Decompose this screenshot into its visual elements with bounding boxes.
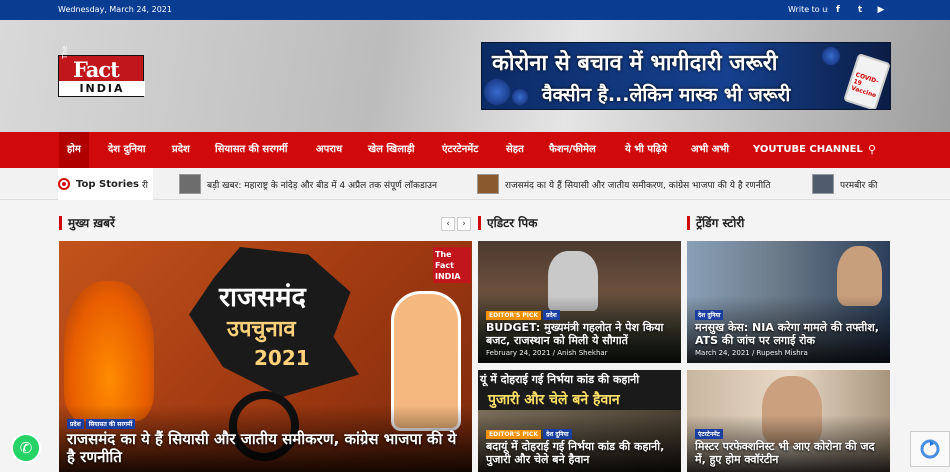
current-date: Wednesday, March 24, 2021 xyxy=(58,5,172,14)
vaccine-ad-banner[interactable]: कोरोना से बचाव में भागीदारी जरूरी वैक्सी… xyxy=(481,42,891,110)
vaccine-vial-graphic: COVID-19 Vaccine xyxy=(843,52,890,109)
main-navigation: होम देश दुनिया प्रदेश सियासत की सरगर्मी … xyxy=(0,132,950,168)
nav-abhi-abhi[interactable]: अभी अभी xyxy=(683,132,737,168)
section-title-editor-pick: एडिटर पिक xyxy=(478,216,537,230)
live-dot-icon xyxy=(58,178,70,190)
card-headline[interactable]: मिस्टर परफेक्शनिस्ट भी आए कोरोना की जद म… xyxy=(695,440,882,466)
banner-line-2: वैक्सीन है...लेकिन मास्क भी जरूरी xyxy=(542,84,791,106)
logo-india: INDIA xyxy=(59,81,145,96)
nav-youtube-channel[interactable]: YOUTUBE CHANNEL xyxy=(745,132,871,168)
next-arrow-icon[interactable]: › xyxy=(457,217,471,231)
twitter-icon[interactable]: t xyxy=(850,0,870,20)
ticker-item-text: बड़ी खबर: महाराष्ट्र के नांदेड़ और बीड म… xyxy=(207,180,437,191)
art-year: 2021 xyxy=(254,346,310,370)
nav-sehat[interactable]: सेहत xyxy=(498,132,532,168)
watermark-logo: The Fact INDIA xyxy=(433,247,471,283)
ticker-thumbnail xyxy=(477,174,499,194)
youtube-icon[interactable]: ▶ xyxy=(871,0,891,20)
category-badge[interactable]: देश दुनिया xyxy=(543,429,572,439)
trending-story-card[interactable]: देश दुनिया मनसुख केस: NIA करेगा मामले की… xyxy=(687,241,890,363)
featured-overlay: प्रदेश सियासत की सरगर्मी राजसमंद का ये है… xyxy=(59,405,472,472)
recaptcha-icon xyxy=(920,439,940,459)
top-stories-text: Top Stories xyxy=(76,178,139,190)
card-headline[interactable]: मनसुख केस: NIA करेगा मामले की तफ्तीश, AT… xyxy=(695,321,882,347)
featured-story-card[interactable]: राजसमंद उपचुनाव 2021 The Fact INDIA प्रद… xyxy=(59,241,472,472)
card-headline[interactable]: BUDGET: मुख्यमंत्री गहलोत ने पेश किया बज… xyxy=(486,321,673,347)
ticker-item-text: राजसमंद का ये हैं सियासी और जातीय समीकरण… xyxy=(505,180,771,191)
recaptcha-badge[interactable] xyxy=(910,431,950,467)
editor-pick-card[interactable]: यूं में दोहराई गई निर्भया कांड की कहानी … xyxy=(478,370,681,472)
nav-desh-duniya[interactable]: देश दुनिया xyxy=(100,132,153,168)
card-overlay: देश दुनिया मनसुख केस: NIA करेगा मामले की… xyxy=(687,296,890,363)
ticker-thumbnail xyxy=(179,174,201,194)
ticker-item[interactable]: परमबीर की xyxy=(812,168,877,200)
ticker-item[interactable]: बड़ी खबर: महाराष्ट्र के नांदेड़ और बीड म… xyxy=(179,168,437,200)
category-badge[interactable]: प्रदेश xyxy=(67,419,84,429)
art-title: राजसमंद xyxy=(219,282,306,313)
nav-pradesh[interactable]: प्रदेश xyxy=(164,132,198,168)
search-icon[interactable]: ⚲ xyxy=(868,132,876,168)
lotus-symbol xyxy=(64,281,154,421)
nav-ye-bhi-padhiye[interactable]: ये भी पढ़िये xyxy=(617,132,675,168)
vial-label: COVID-19 Vaccine xyxy=(850,71,880,100)
top-bar: Wednesday, March 24, 2021 Write to us f … xyxy=(0,0,950,20)
card-art-line-1: यूं में दोहराई गई निर्भया कांड की कहानी xyxy=(480,373,640,386)
nav-fashion[interactable]: फैशन/फीमेल xyxy=(541,132,604,168)
featured-headline[interactable]: राजसमंद का ये हैं सियासी और जातीय समीकरण… xyxy=(67,430,464,466)
section-title-trending: ट्रेंडिंग स्टोरी xyxy=(687,216,744,230)
top-stories-ticker: Top Stories री बड़ी खबर: महाराष्ट्र के न… xyxy=(0,168,950,200)
editor-pick-card[interactable]: EDITOR'S PICK प्रदेश BUDGET: मुख्यमंत्री … xyxy=(478,241,681,363)
ticker-item[interactable]: री xyxy=(142,168,148,200)
ticker-item-text: री xyxy=(142,180,149,191)
virus-graphic xyxy=(822,47,840,65)
logo-the: The xyxy=(61,45,69,59)
category-badge[interactable]: सियासत की सरगर्मी xyxy=(85,419,136,429)
trending-story-card[interactable]: एंटरटेनमेंट मिस्टर परफेक्शनिस्ट भी आए को… xyxy=(687,370,890,472)
card-meta: February 24, 2021 / Anish Shekhar xyxy=(486,349,608,357)
banner-line-1: कोरोना से बचाव में भागीदारी जरूरी xyxy=(492,51,778,76)
nav-home[interactable]: होम xyxy=(59,132,89,168)
category-badge[interactable]: एंटरटेनमेंट xyxy=(695,429,723,439)
card-overlay: एंटरटेनमेंट मिस्टर परफेक्शनिस्ट भी आए को… xyxy=(687,415,890,472)
category-badge[interactable]: देश दुनिया xyxy=(695,310,724,320)
site-logo[interactable]: The Fact INDIA xyxy=(58,46,145,97)
editor-pick-badge[interactable]: EDITOR'S PICK xyxy=(486,430,542,439)
write-to-us-link[interactable]: Write to us xyxy=(788,5,831,14)
card-headline[interactable]: बदायूं में दोहराई गई निर्भया कांड की कहा… xyxy=(486,440,673,466)
ticker-thumbnail xyxy=(812,174,834,194)
nav-entertainment[interactable]: एंटरटेनमेंट xyxy=(434,132,486,168)
ticker-item[interactable]: राजसमंद का ये हैं सियासी और जातीय समीकरण… xyxy=(477,168,771,200)
nav-apradh[interactable]: अपराध xyxy=(308,132,350,168)
art-subtitle: उपचुनाव xyxy=(227,317,296,342)
whatsapp-icon[interactable]: ✆ xyxy=(11,433,41,463)
logo-fact: Fact xyxy=(73,57,120,82)
nav-khel[interactable]: खेल खिलाड़ी xyxy=(360,132,423,168)
prev-arrow-icon[interactable]: ‹ xyxy=(441,217,455,231)
ticker-item-text: परमबीर की xyxy=(840,180,878,191)
facebook-icon[interactable]: f xyxy=(828,0,848,20)
card-art-line-2: पुजारी और चेले बने हैवान xyxy=(488,392,620,408)
virus-graphic xyxy=(484,79,510,105)
card-overlay: EDITOR'S PICK प्रदेश BUDGET: मुख्यमंत्री … xyxy=(478,296,681,363)
editor-pick-badge[interactable]: EDITOR'S PICK xyxy=(486,311,542,320)
section-title-main-news: मुख्य ख़बरें xyxy=(59,216,115,230)
category-badge[interactable]: प्रदेश xyxy=(543,310,560,320)
card-meta: March 24, 2021 / Rupesh Mishra xyxy=(695,349,808,357)
virus-graphic xyxy=(512,89,528,105)
nav-siyasat[interactable]: सियासत की सरगर्मी xyxy=(207,132,295,168)
top-stories-label: Top Stories xyxy=(58,168,153,200)
card-overlay: EDITOR'S PICK देश दुनिया बदायूं में दोहरा… xyxy=(478,415,681,472)
